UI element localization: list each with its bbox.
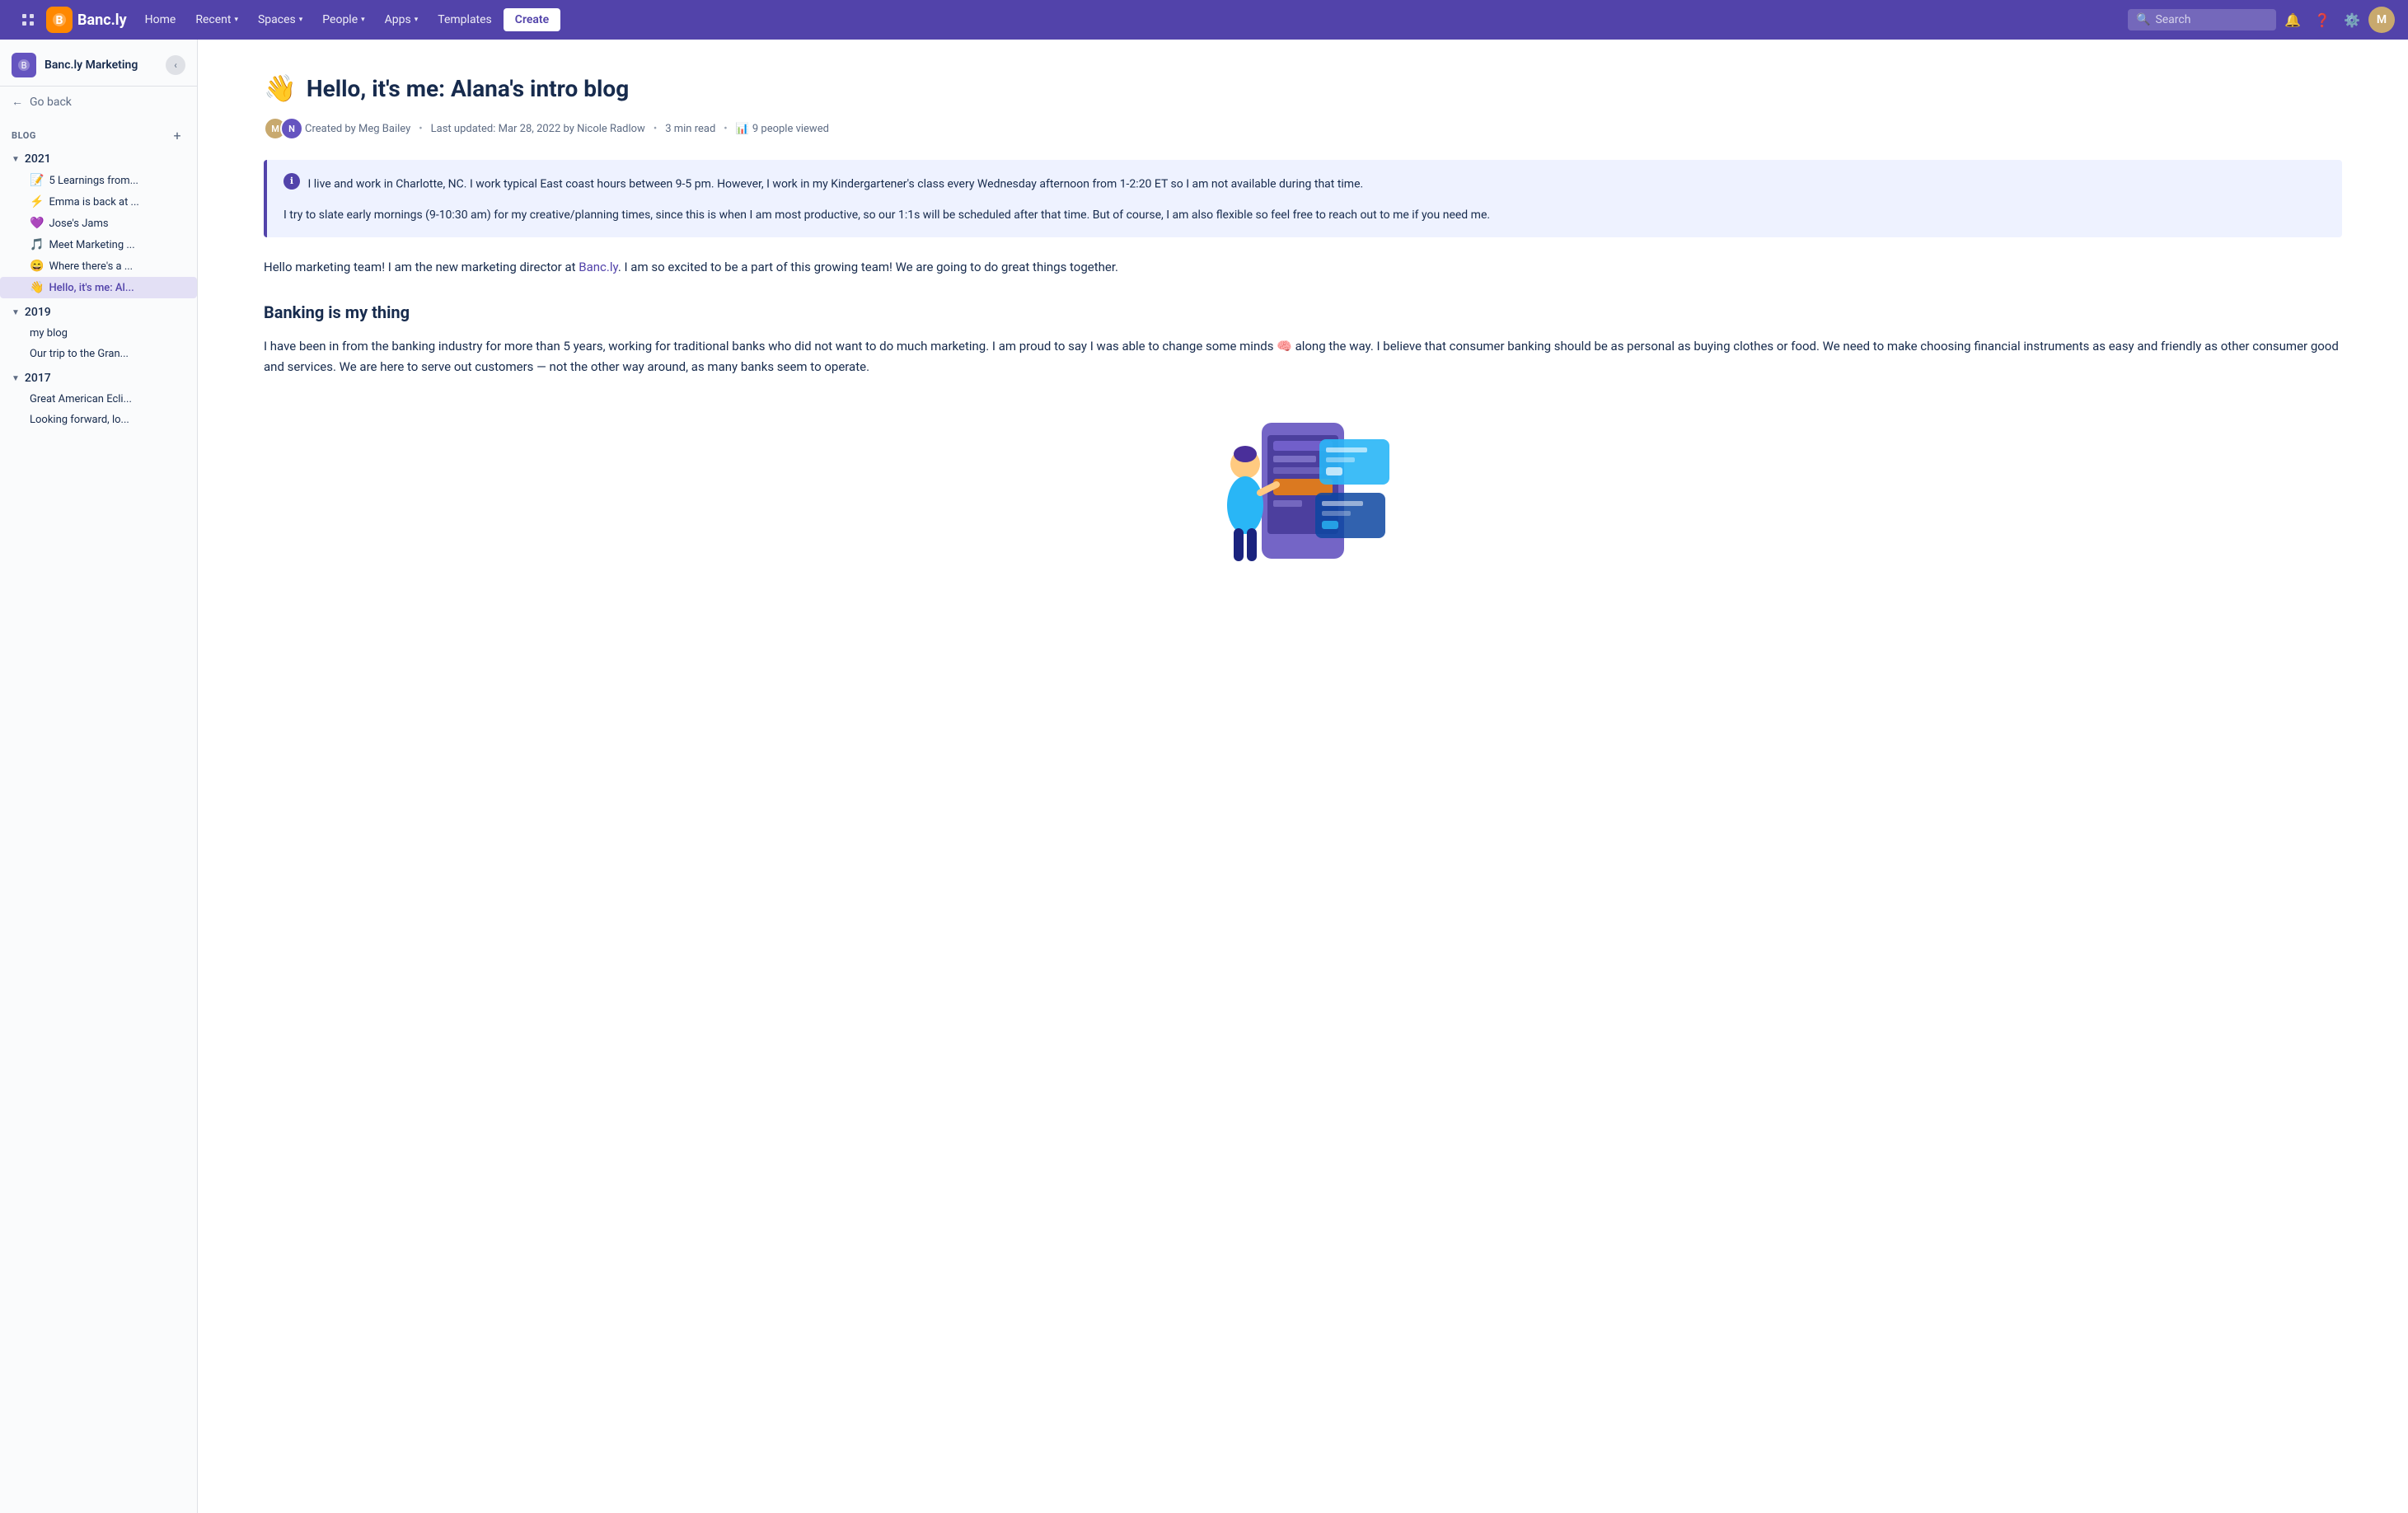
svg-text:B: B (56, 14, 63, 27)
page-content: 👋 Hello, it's me: Alana's intro blog M N… (198, 40, 2408, 1513)
page-meta: M N Created by Meg Bailey • Last updated… (264, 117, 2342, 140)
search-box[interactable]: 🔍 Search (2128, 9, 2276, 30)
search-icon: 🔍 (2136, 13, 2150, 26)
sidebar-item-hello-blog[interactable]: 👋 Hello, it's me: Al... (0, 277, 197, 298)
year-row-2019[interactable]: ▼ 2019 (0, 302, 197, 323)
chevron-down-icon: ▾ (415, 16, 419, 24)
sidebar-section-label: BLOG (12, 130, 36, 141)
sidebar-item-our-trip[interactable]: Our trip to the Gran... (0, 344, 197, 364)
user-avatar[interactable]: M (2368, 7, 2395, 33)
spaces-nav-item[interactable]: Spaces ▾ (250, 8, 311, 31)
main-layout: B Banc.ly Marketing ‹ ← Go back BLOG + ▼… (0, 40, 2408, 1513)
home-nav-item[interactable]: Home (137, 8, 185, 31)
logo-text: Banc.ly (77, 12, 127, 29)
recent-nav-item[interactable]: Recent ▾ (187, 8, 246, 31)
year-group-2021: ▼ 2021 📝 5 Learnings from... ⚡ Emma is b… (0, 148, 197, 298)
chevron-icon: ▼ (12, 155, 20, 164)
year-group-2019: ▼ 2019 my blog Our trip to the Gran... (0, 302, 197, 364)
page-title: Hello, it's me: Alana's intro blog (307, 75, 629, 102)
author-avatar-2: N (280, 117, 303, 140)
sidebar-item-emma[interactable]: ⚡ Emma is back at ... (0, 191, 197, 213)
chevron-down-icon: ▾ (234, 16, 238, 24)
page-title-row: 👋 Hello, it's me: Alana's intro blog (264, 73, 2342, 104)
chevron-down-icon: ▾ (299, 16, 303, 24)
info-icon: ℹ (283, 173, 300, 190)
banking-illustration (1188, 398, 1418, 579)
space-name: Banc.ly Marketing (45, 59, 157, 72)
item-emoji: 👋 (30, 281, 44, 294)
chevron-icon: ▼ (12, 374, 20, 383)
banking-heading: Banking is my thing (264, 298, 2342, 326)
meta-avatars: M N (264, 117, 297, 140)
banking-paragraph: I have been in from the banking industry… (264, 336, 2342, 378)
year-row-2021[interactable]: ▼ 2021 (0, 148, 197, 170)
item-emoji: 📝 (30, 174, 44, 187)
views-count: 📊 9 people viewed (736, 123, 829, 135)
views-icon: 📊 (736, 123, 749, 135)
page-body: Hello marketing team! I am the new marke… (264, 257, 2342, 579)
apps-nav-item[interactable]: Apps ▾ (377, 8, 427, 31)
space-icon: B (12, 53, 36, 77)
templates-nav-item[interactable]: Templates (429, 8, 500, 31)
sidebar-item-meet-marketing[interactable]: 🎵 Meet Marketing ... (0, 234, 197, 255)
page-title-emoji: 👋 (264, 73, 297, 104)
year-group-2017: ▼ 2017 Great American Ecli... Looking fo… (0, 368, 197, 430)
settings-button[interactable]: ⚙️ (2339, 7, 2365, 33)
logo[interactable]: B Banc.ly (46, 7, 127, 33)
sidebar-collapse-button[interactable]: ‹ (166, 55, 185, 75)
item-emoji: 💜 (30, 217, 44, 230)
people-nav-item[interactable]: People ▾ (314, 8, 372, 31)
back-arrow-icon: ← (12, 95, 23, 109)
logo-icon: B (46, 7, 73, 33)
chevron-icon: ▼ (12, 308, 20, 317)
sidebar-item-great-american[interactable]: Great American Ecli... (0, 389, 197, 410)
chevron-down-icon: ▾ (361, 16, 365, 24)
sidebar-item-5learnings[interactable]: 📝 5 Learnings from... (0, 170, 197, 191)
bancly-link[interactable]: Banc.ly (579, 260, 618, 274)
sidebar-section-header: BLOG + (0, 117, 197, 148)
item-emoji: ⚡ (30, 195, 44, 208)
item-emoji: 🎵 (30, 238, 44, 251)
topnav: B Banc.ly Home Recent ▾ Spaces ▾ People … (0, 0, 2408, 40)
help-button[interactable]: ❓ (2309, 7, 2335, 33)
apps-grid-button[interactable] (13, 8, 43, 31)
created-by: Created by Meg Bailey (305, 123, 410, 135)
sidebar-item-looking-forward[interactable]: Looking forward, lo... (0, 410, 197, 430)
year-row-2017[interactable]: ▼ 2017 (0, 368, 197, 389)
info-box-para2: I try to slate early mornings (9-10:30 a… (283, 206, 2326, 224)
sidebar-item-my-blog[interactable]: my blog (0, 323, 197, 344)
notifications-button[interactable]: 🔔 (2279, 7, 2306, 33)
last-updated: Last updated: Mar 28, 2022 by Nicole Rad… (431, 123, 645, 135)
sidebar-add-button[interactable]: + (169, 127, 185, 143)
sidebar-item-joses-jams[interactable]: 💜 Jose's Jams (0, 213, 197, 234)
sidebar-header: B Banc.ly Marketing ‹ (0, 40, 197, 87)
read-time: 3 min read (665, 123, 715, 135)
sidebar-item-where-theres[interactable]: 😄 Where there's a ... (0, 255, 197, 277)
item-emoji: 😄 (30, 260, 44, 273)
create-button[interactable]: Create (504, 8, 560, 31)
svg-text:B: B (21, 60, 27, 71)
info-box-para1: ℹ I live and work in Charlotte, NC. I wo… (283, 173, 2326, 196)
sidebar: B Banc.ly Marketing ‹ ← Go back BLOG + ▼… (0, 40, 198, 1513)
go-back-button[interactable]: ← Go back (0, 87, 197, 117)
info-box: ℹ I live and work in Charlotte, NC. I wo… (264, 160, 2342, 237)
intro-paragraph: Hello marketing team! I am the new marke… (264, 257, 2342, 279)
